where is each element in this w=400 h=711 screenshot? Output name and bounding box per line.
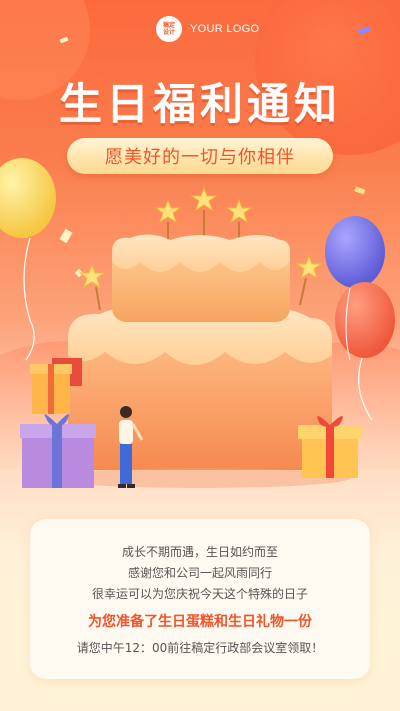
logo-text: YOUR LOGO (190, 23, 260, 35)
brand-logo: 稿定 设计 YOUR LOGO (156, 16, 259, 42)
subtitle-pill: 愿美好的一切与你相伴 (67, 138, 333, 174)
card-line-1: 成长不期而遇，生日如约而至 (121, 545, 278, 559)
poster-subtitle: 愿美好的一切与你相伴 (105, 147, 295, 168)
poster-title: 生日福利通知 (59, 80, 341, 130)
card-line-3: 很幸运可以为您庆祝今天这个特殊的日子 (91, 587, 308, 601)
logo-badge-text: 稿定 设计 (162, 22, 175, 36)
card-line-2: 感谢您和公司一起风雨同行 (127, 566, 272, 580)
card-highlight: 为您准备了生日蛋糕和生日礼物一份 (88, 614, 312, 630)
info-card: 成长不期而遇，生日如约而至 感谢您和公司一起风雨同行 很幸运可以为您庆祝今天这个… (30, 519, 370, 679)
logo-badge-icon: 稿定 设计 (156, 16, 182, 42)
card-line-5: 请您中午12：00前往稿定行政部会议室领取！ (76, 641, 324, 655)
